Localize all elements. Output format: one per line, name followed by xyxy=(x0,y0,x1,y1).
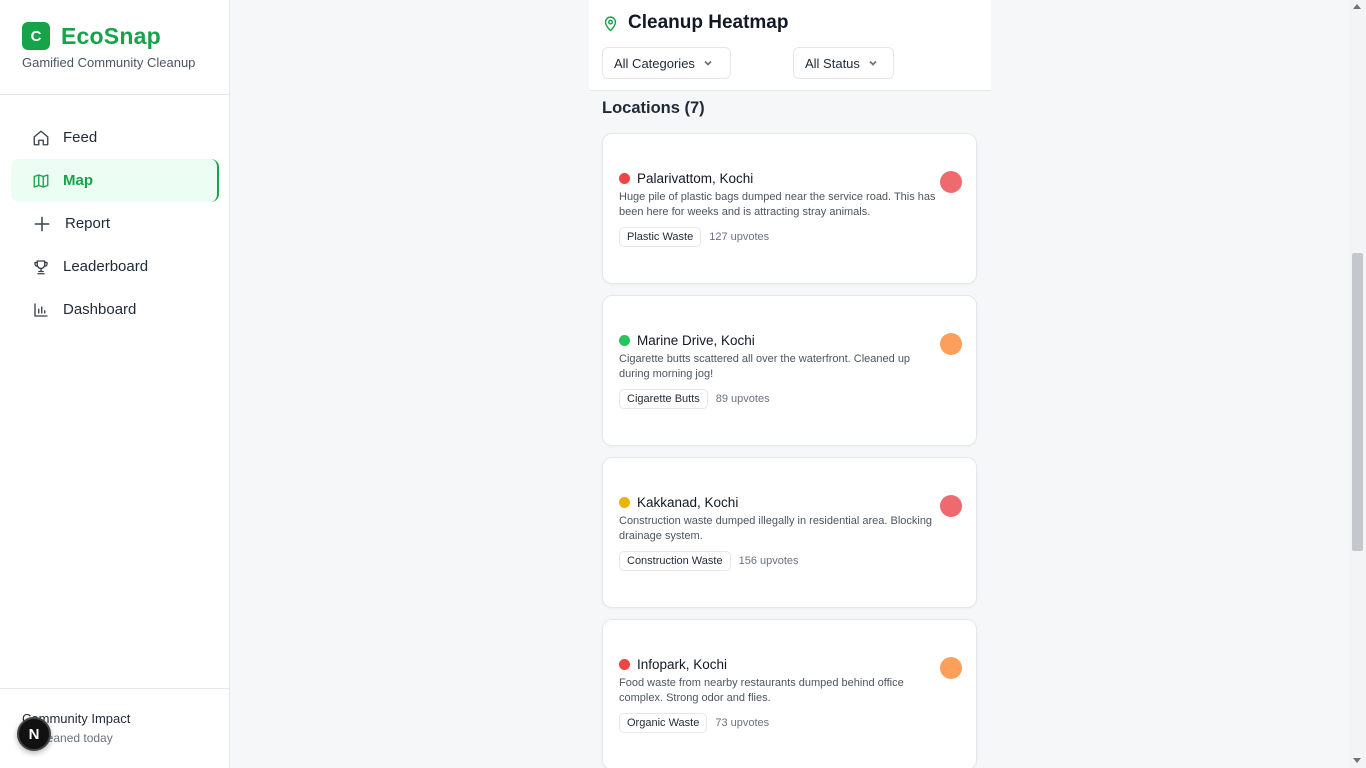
locations-heading: Locations (7) xyxy=(602,99,705,117)
scrollbar-thumb[interactable] xyxy=(1352,253,1363,551)
sidebar-item-dashboard[interactable]: Dashboard xyxy=(11,288,219,331)
sidebar-item-feed[interactable]: Feed xyxy=(11,116,219,159)
trophy-icon xyxy=(34,259,48,274)
sidebar: C EcoSnap Gamified Community Cleanup Fee… xyxy=(0,0,230,768)
location-name: Kakkanad, Kochi xyxy=(637,495,739,510)
upvote-count: 156 upvotes xyxy=(738,555,799,567)
upvote-count: 127 upvotes xyxy=(709,231,770,243)
map-pin-icon xyxy=(604,15,617,31)
status-filter-value: All Status xyxy=(805,55,860,71)
sidebar-item-label: Map xyxy=(63,172,93,189)
category-filter-value: All Categories xyxy=(614,55,695,71)
status-dot xyxy=(619,173,630,184)
severity-indicator xyxy=(940,333,962,355)
severity-indicator xyxy=(940,171,962,193)
location-card-header: Marine Drive, Kochi xyxy=(619,333,755,348)
severity-indicator xyxy=(940,657,962,679)
location-card[interactable]: Infopark, Kochi Food waste from nearby r… xyxy=(602,619,977,768)
location-description: Construction waste dumped illegally in r… xyxy=(619,515,933,542)
location-description: Food waste from nearby restaurants dumpe… xyxy=(619,677,904,704)
location-description: Cigarette butts scattered all over the w… xyxy=(619,353,911,380)
scroll-up-arrow[interactable] xyxy=(1353,4,1361,9)
brand[interactable]: C EcoSnap xyxy=(22,22,161,50)
location-name: Palarivattom, Kochi xyxy=(637,171,754,186)
location-card-footer: Plastic Waste 127 upvotes xyxy=(619,227,769,247)
dev-tools-badge[interactable]: N xyxy=(17,717,51,751)
location-name: Infopark, Kochi xyxy=(637,657,728,672)
bar-chart-icon xyxy=(34,302,48,317)
locations-list: Palarivattom, Kochi Huge pile of plastic… xyxy=(602,133,977,768)
location-card[interactable]: Marine Drive, Kochi Cigarette butts scat… xyxy=(602,295,977,446)
category-tag: Plastic Waste xyxy=(619,227,702,247)
heatmap-header: Cleanup Heatmap All Categories All Statu… xyxy=(589,0,991,91)
status-filter-select[interactable]: All Status xyxy=(793,47,894,79)
location-description: Huge pile of plastic bags dumped near th… xyxy=(619,191,936,218)
location-card-header: Kakkanad, Kochi xyxy=(619,495,738,510)
category-filter-select[interactable]: All Categories xyxy=(602,47,731,79)
sidebar-item-label: Dashboard xyxy=(63,301,137,318)
category-tag: Organic Waste xyxy=(619,713,708,733)
upvote-count: 89 upvotes xyxy=(715,393,770,405)
home-icon xyxy=(33,130,49,145)
location-name: Marine Drive, Kochi xyxy=(637,333,755,348)
chevron-down-icon xyxy=(869,60,877,66)
brand-logo: C xyxy=(22,22,50,50)
sidebar-item-label: Feed xyxy=(63,129,98,146)
sidebar-item-label: Report xyxy=(65,215,111,232)
page-title: Cleanup Heatmap xyxy=(602,12,788,34)
scroll-down-arrow[interactable] xyxy=(1353,758,1361,763)
plus-icon xyxy=(34,216,50,231)
location-card-footer: Cigarette Butts 89 upvotes xyxy=(619,389,770,409)
sidebar-item-leaderboard[interactable]: Leaderboard xyxy=(11,245,219,288)
location-card-footer: Construction Waste 156 upvotes xyxy=(619,551,799,571)
status-dot xyxy=(619,659,630,670)
location-card-header: Infopark, Kochi xyxy=(619,657,727,672)
upvote-count: 73 upvotes xyxy=(715,717,770,729)
sidebar-divider xyxy=(0,688,229,689)
category-tag: Construction Waste xyxy=(619,551,731,571)
sidebar-item-map[interactable]: Map xyxy=(11,159,219,202)
location-card-header: Palarivattom, Kochi xyxy=(619,171,753,186)
severity-indicator xyxy=(940,495,962,517)
status-dot xyxy=(619,497,630,508)
chevron-down-icon xyxy=(704,60,712,66)
page-title-text: Cleanup Heatmap xyxy=(628,12,789,33)
location-card-footer: Organic Waste 73 upvotes xyxy=(619,713,769,733)
map-icon xyxy=(33,173,49,188)
sidebar-nav: Feed Map Report Leaderboard Dashboard xyxy=(11,116,219,331)
sidebar-item-label: Leaderboard xyxy=(63,258,149,275)
location-card[interactable]: Kakkanad, Kochi Construction waste dumpe… xyxy=(602,457,977,608)
app-name: EcoSnap xyxy=(61,22,161,49)
category-tag: Cigarette Butts xyxy=(619,389,708,409)
sidebar-item-report[interactable]: Report xyxy=(11,202,219,245)
sidebar-divider xyxy=(0,94,229,95)
app-tagline: Gamified Community Cleanup xyxy=(22,55,196,70)
status-dot xyxy=(619,335,630,346)
location-card[interactable]: Palarivattom, Kochi Huge pile of plastic… xyxy=(602,133,977,284)
